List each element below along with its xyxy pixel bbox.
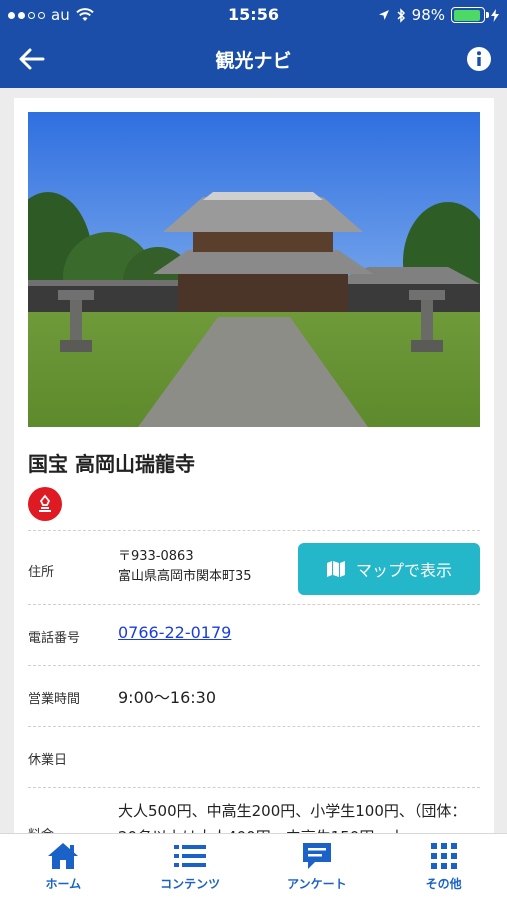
list-icon — [174, 845, 207, 867]
nav-bar: 観光ナビ — [0, 30, 507, 88]
charging-icon — [491, 8, 499, 22]
spot-photo — [28, 112, 480, 427]
tab-survey-label: アンケート — [287, 877, 347, 891]
tab-contents-label: コンテンツ — [160, 877, 221, 891]
tab-contents[interactable]: コンテンツ — [127, 834, 254, 900]
tab-survey[interactable]: アンケート — [254, 834, 381, 900]
grid-icon — [430, 843, 457, 869]
battery-icon — [451, 7, 489, 23]
bluetooth-icon — [397, 7, 405, 23]
chat-icon — [302, 843, 331, 869]
spot-title: 国宝 高岡山瑞龍寺 — [28, 452, 195, 476]
fee-value: 大人500円、中高生200円、小学生100円、（団体：20名以上は大人400円、… — [118, 802, 467, 838]
address-value: 富山県高岡市関本町35 — [118, 569, 252, 584]
hours-label: 営業時間 — [28, 692, 81, 707]
address-label: 住所 — [28, 565, 55, 580]
tab-other-label: その他 — [425, 877, 462, 891]
fee-row: 料金 大人500円、中高生200円、小学生100円、（団体：20名以上は大人40… — [28, 788, 480, 838]
page-title: 観光ナビ — [215, 50, 292, 72]
hours-row: 営業時間 9:00〜16:30 — [28, 666, 480, 727]
status-bar: au 15:56 98% — [0, 0, 507, 30]
spot-detail-card: 国宝 高岡山瑞龍寺 住所 〒933-0863 富山県高岡市関本町35 マップで表… — [14, 98, 494, 838]
phone-label: 電話番号 — [28, 631, 81, 646]
show-map-label: マップで表示 — [355, 561, 452, 580]
show-map-button[interactable]: マップで表示 — [298, 543, 480, 595]
closed-label: 休業日 — [28, 753, 68, 768]
tab-other[interactable]: その他 — [380, 834, 507, 900]
location-arrow-icon — [378, 10, 389, 20]
status-right: 98% — [378, 6, 499, 24]
info-icon — [467, 47, 491, 71]
phone-row: 電話番号 0766-22-0179 — [28, 605, 480, 666]
tab-bar: ホーム コンテンツ アンケート その他 — [0, 833, 507, 900]
tab-home[interactable]: ホーム — [0, 834, 127, 900]
closed-row: 休業日 — [28, 727, 480, 788]
tab-home-label: ホーム — [45, 877, 82, 891]
national-treasure-badge-icon — [28, 487, 62, 521]
home-icon — [48, 843, 79, 869]
battery-percent: 98% — [411, 6, 445, 24]
phone-link[interactable]: 0766-22-0179 — [118, 623, 231, 642]
hours-value: 9:00〜16:30 — [118, 688, 217, 707]
postal-code: 〒933-0863 — [118, 549, 194, 564]
map-icon — [326, 561, 345, 577]
info-button[interactable] — [463, 43, 495, 75]
address-row: 住所 〒933-0863 富山県高岡市関本町35 マップで表示 — [28, 530, 480, 605]
